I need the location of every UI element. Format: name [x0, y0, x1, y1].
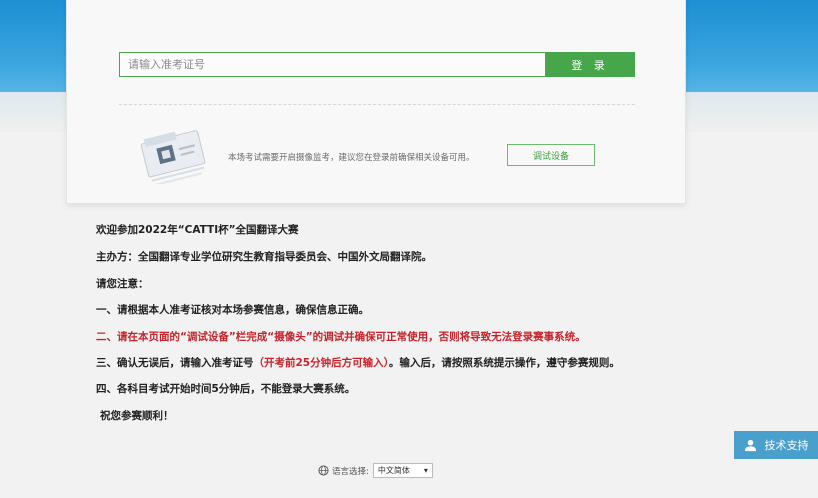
notice-item-2: 二、请在本页面的“调试设备”栏完成“摄像头”的调试并确保可正常使用，否则将导致无…: [96, 331, 586, 343]
welcome-text: 欢迎参加2022年“CATTI杯”全国翻译大赛: [96, 224, 299, 236]
notice-item-1: 一、请根据本人准考证核对本场参赛信息，确保信息正确。: [96, 304, 369, 316]
globe-icon: [318, 465, 329, 476]
notice-item-3: 三、确认无误后，请输入准考证号（开考前25分钟后方可输入）。输入后，请按照系统提…: [96, 355, 620, 370]
camera-tip-text: 本场考试需要开启摄像监考，建议您在登录前确保相关设备可用。: [228, 153, 475, 163]
chevron-down-icon: ▾: [423, 466, 428, 475]
ticket-number-input[interactable]: [119, 52, 545, 77]
notice-item-3-end: 。输入后，请按照系统提示操作，遵守参赛规则。: [388, 357, 620, 369]
test-device-button[interactable]: 调试设备: [507, 144, 595, 166]
login-button[interactable]: 登 录: [545, 52, 635, 77]
notice-item-3-highlight: （开考前25分钟后方可输入）: [253, 357, 389, 369]
divider: [119, 104, 635, 105]
user-icon: [744, 439, 756, 451]
attention-heading: 请您注意：: [96, 278, 149, 290]
language-row: 语言选择: 中文简体 ▾: [318, 463, 433, 478]
organizer-text: 主办方：全国翻译专业学位研究生教育指导委员会、中国外文局翻译院。: [96, 251, 432, 263]
wish-text: 祝您参赛顺利！: [100, 410, 174, 422]
notice-item-4: 四、各科目考试开始时间5分钟后，不能登录大赛系统。: [96, 383, 356, 395]
camera-icon: [140, 130, 206, 184]
tech-support-label: 技术支持: [764, 439, 809, 452]
notice-item-3-start: 三、确认无误后，请输入准考证号: [96, 357, 254, 369]
tech-support-button[interactable]: 技术支持: [734, 431, 818, 459]
language-select[interactable]: 中文简体 ▾: [372, 463, 433, 478]
language-selected-value: 中文简体: [377, 466, 410, 475]
language-label: 语言选择:: [332, 466, 369, 477]
login-row: 登 录: [119, 52, 635, 77]
